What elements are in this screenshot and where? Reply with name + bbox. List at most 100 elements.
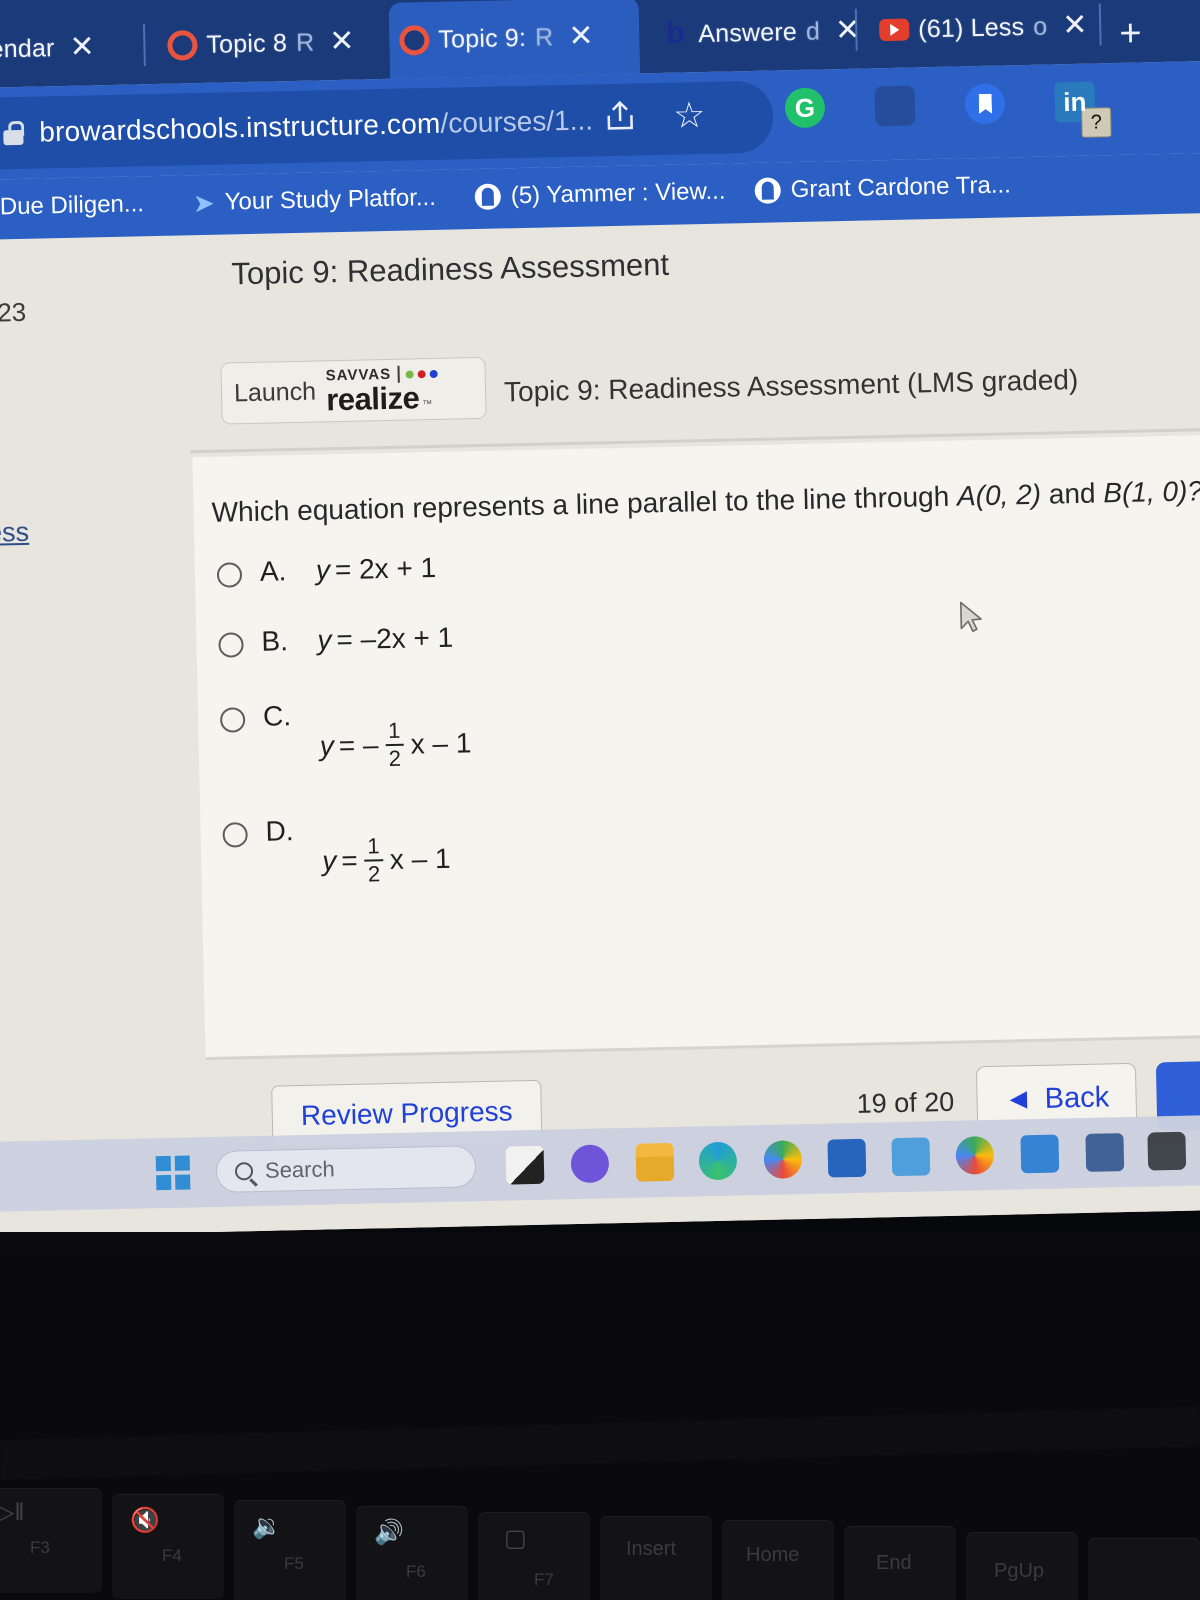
arrow-icon: ➤ [192, 187, 215, 219]
chrome-profile-icon[interactable] [955, 1135, 995, 1175]
file-explorer-icon[interactable] [635, 1142, 675, 1182]
tab-close-icon[interactable]: ✕ [69, 30, 95, 64]
bookmark-extension-icon[interactable] [964, 83, 1006, 125]
linkedin-icon[interactable]: ? [1054, 81, 1112, 138]
url-path: /courses/1... [440, 104, 594, 139]
bookmark-item-study-platform[interactable]: ➤ Your Study Platfor... [192, 183, 437, 219]
key-home[interactable]: Home [722, 1520, 834, 1600]
fraction: 1 2 [364, 833, 383, 887]
new-tab-button[interactable]: + [1119, 12, 1142, 54]
tab-separator [142, 24, 146, 67]
bookmark-item-cpa[interactable]: CPA Due Diligen... [0, 190, 144, 222]
fraction-numerator: 1 [387, 717, 401, 744]
key-label: Insert [626, 1538, 677, 1560]
answer-option-c[interactable]: C. y = – 1 2 x – 1 [219, 696, 472, 773]
tab-close-icon[interactable]: ✕ [1062, 9, 1088, 43]
question-card: Which equation represents a line paralle… [192, 434, 1200, 1058]
canvas-icon [167, 30, 198, 61]
tab-title: Topic 9: [438, 23, 527, 54]
play-pause-icon: ▷‖ [0, 1499, 25, 1526]
key-label: F3 [30, 1538, 50, 1557]
key-pgdn[interactable] [1088, 1538, 1200, 1600]
option-letter: D. [265, 815, 294, 847]
equation-body: = –2x + 1 [336, 621, 454, 656]
equation-suffix: x – 1 [389, 842, 451, 876]
prompt-and: and [1040, 477, 1104, 510]
launch-savvas-realize-button[interactable]: Launch SAVVAS realize ™ [220, 356, 487, 425]
key-pgup[interactable]: PgUp [966, 1532, 1078, 1600]
key-end[interactable]: End [844, 1526, 956, 1600]
edge-icon[interactable] [698, 1141, 738, 1181]
fraction: 1 2 [385, 717, 404, 771]
laptop-keyboard: ▷‖ F3 🔇 F4 🔉 F5 🔊 F6 ▢ F7 Insert Home En… [0, 1250, 1200, 1600]
share-icon[interactable] [603, 99, 638, 139]
remote-desktop-icon[interactable] [891, 1137, 931, 1177]
bookmark-star-icon[interactable]: ☆ [673, 94, 706, 136]
back-label: Back [1044, 1080, 1110, 1115]
search-input[interactable]: Search [215, 1145, 477, 1193]
bookmark-item-yammer[interactable]: (5) Yammer : View... [474, 177, 726, 211]
browser-tab-youtube[interactable]: (61) Less o ✕ [868, 0, 1100, 68]
radio-button[interactable] [216, 562, 243, 588]
answer-option-b[interactable]: B. y = –2x + 1 [218, 622, 454, 659]
browser-tab-calendar[interactable]: Calendar ✕ [0, 9, 132, 89]
office-icon[interactable] [505, 1145, 545, 1185]
dark-extension-icon[interactable] [874, 85, 916, 127]
yammer-icon [474, 183, 502, 211]
answer-option-a[interactable]: A. y = 2x + 1 [216, 552, 437, 589]
grammarly-icon[interactable] [784, 87, 826, 129]
key-label: F4 [162, 1546, 182, 1565]
teams-icon[interactable] [570, 1144, 610, 1184]
option-letter: A. [259, 555, 287, 587]
answer-option-d[interactable]: D. y = 1 2 x – 1 [222, 812, 451, 889]
key-f6[interactable]: 🔊 F6 [356, 1506, 468, 1600]
tab-title: Topic 8 [206, 28, 288, 59]
tab-title: Calendar [0, 33, 55, 64]
bookmark-item-grant-cardone[interactable]: Grant Cardone Tra... [754, 171, 1011, 205]
search-icon [234, 1162, 254, 1181]
point-a-label: A [956, 480, 977, 512]
radio-button[interactable] [222, 822, 248, 848]
bookmark-label: (5) Yammer : View... [510, 177, 726, 210]
tab-close-icon[interactable]: ✕ [568, 19, 594, 53]
browser-tab-topic-8[interactable]: Topic 8 R ✕ [157, 4, 359, 84]
equation-variable: y [321, 845, 337, 877]
windows-start-icon[interactable] [155, 1155, 191, 1191]
mouse-cursor-icon [959, 601, 986, 634]
microsoft-store-icon[interactable] [827, 1138, 867, 1178]
tab-close-icon[interactable]: ✕ [329, 25, 355, 59]
point-b-label: B [1102, 476, 1123, 509]
trademark-symbol: ™ [422, 399, 433, 411]
page-counter: 19 of 20 [856, 1086, 955, 1119]
browser-tab-brainly[interactable]: b Answere d ✕ [650, 0, 877, 73]
radio-button[interactable] [219, 707, 246, 733]
browser-tab-topic-9-active[interactable]: Topic 9: R ✕ [388, 0, 641, 79]
sidebar-item-progress[interactable]: ogress [0, 517, 29, 550]
mute-icon: 🔇 [130, 1507, 160, 1534]
address-bar[interactable]: browardschools.instructure.com /courses/… [0, 80, 774, 171]
savvas-realize-logo: SAVVAS realize ™ [326, 365, 438, 417]
key-insert[interactable]: Insert [600, 1516, 712, 1600]
fraction-numerator: 1 [367, 833, 380, 859]
canvas-icon [399, 24, 430, 56]
chrome-icon[interactable] [763, 1140, 803, 1179]
key-f7[interactable]: ▢ F7 [478, 1512, 590, 1600]
camera-icon[interactable] [1147, 1131, 1187, 1171]
calendar-icon[interactable] [1020, 1134, 1060, 1174]
key-f5[interactable]: 🔉 F5 [234, 1500, 346, 1600]
logo-dots-icon [405, 369, 438, 379]
key-f3[interactable]: ▷‖ F3 [0, 1488, 102, 1593]
canvas-page: 2-2023 ogress nts Topic 9: Readiness Ass… [0, 212, 1200, 1237]
key-f4[interactable]: 🔇 F4 [112, 1494, 224, 1599]
breadcrumb-year: 2-2023 [0, 296, 27, 329]
calculator-icon[interactable] [1085, 1133, 1125, 1172]
option-equation: y = –2x + 1 [317, 622, 453, 657]
equation-prefix: = – [338, 729, 379, 762]
back-arrow-icon: ◄ [1003, 1082, 1034, 1116]
equation-variable: y [315, 554, 331, 586]
bookmark-label: Your Study Platfor... [224, 183, 437, 216]
tab-separator [1098, 3, 1102, 46]
search-placeholder: Search [264, 1156, 335, 1183]
equation-suffix: x – 1 [410, 727, 472, 760]
radio-button[interactable] [218, 632, 244, 658]
